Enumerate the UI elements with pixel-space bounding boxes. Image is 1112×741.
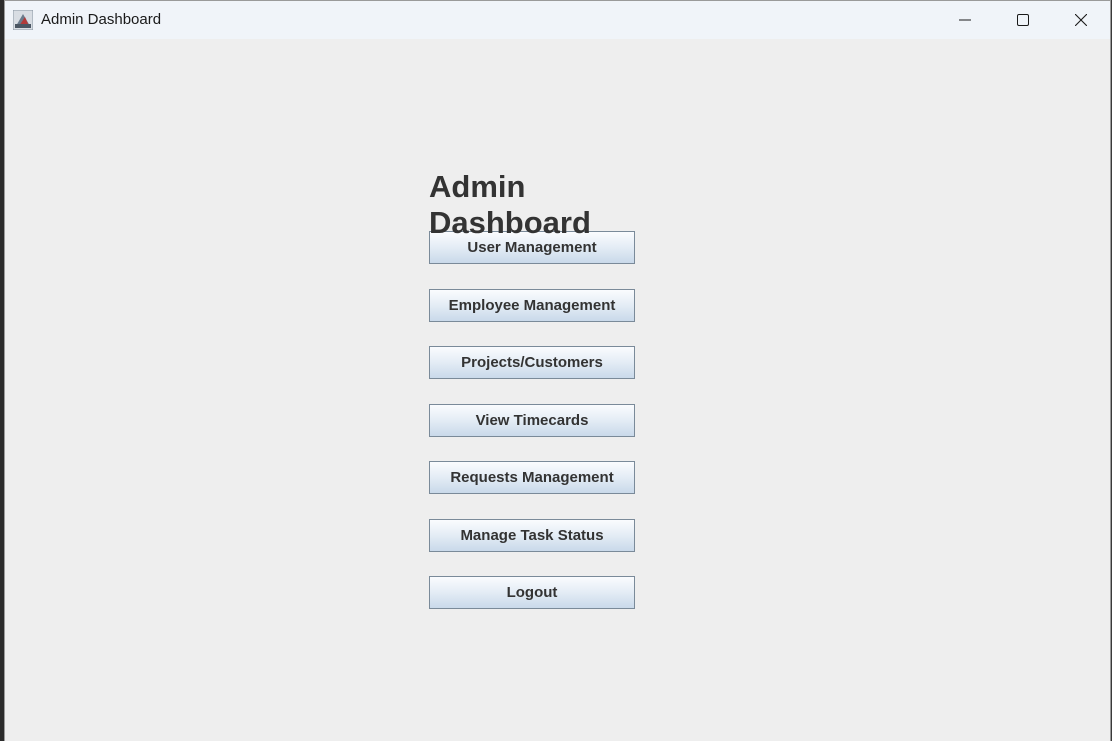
minimize-icon [959, 19, 971, 21]
content-area: Admin Dashboard User Management Employee… [5, 39, 1110, 741]
projects-customers-button[interactable]: Projects/Customers [429, 346, 635, 379]
window-controls [936, 1, 1110, 39]
minimize-button[interactable] [936, 1, 994, 39]
employee-management-button[interactable]: Employee Management [429, 288, 635, 322]
close-icon [1075, 14, 1087, 26]
requests-management-button[interactable]: Requests Management [429, 461, 635, 494]
title-bar[interactable]: Admin Dashboard [5, 1, 1110, 39]
page-title: Admin Dashboard [429, 169, 591, 240]
window-title: Admin Dashboard [41, 11, 162, 28]
dashboard-panel: Admin Dashboard User Management Employee… [429, 169, 689, 634]
java-app-icon [12, 9, 34, 31]
maximize-button[interactable] [994, 1, 1052, 39]
menu-button-list: User Management Employee Management Proj… [429, 231, 689, 609]
app-window: Admin Dashboard Admin Dashboard User Man… [4, 0, 1111, 741]
manage-task-status-button[interactable]: Manage Task Status [429, 518, 635, 552]
maximize-icon [1017, 14, 1029, 26]
view-timecards-button[interactable]: View Timecards [429, 403, 635, 437]
close-button[interactable] [1052, 1, 1110, 39]
logout-button[interactable]: Logout [429, 576, 635, 609]
